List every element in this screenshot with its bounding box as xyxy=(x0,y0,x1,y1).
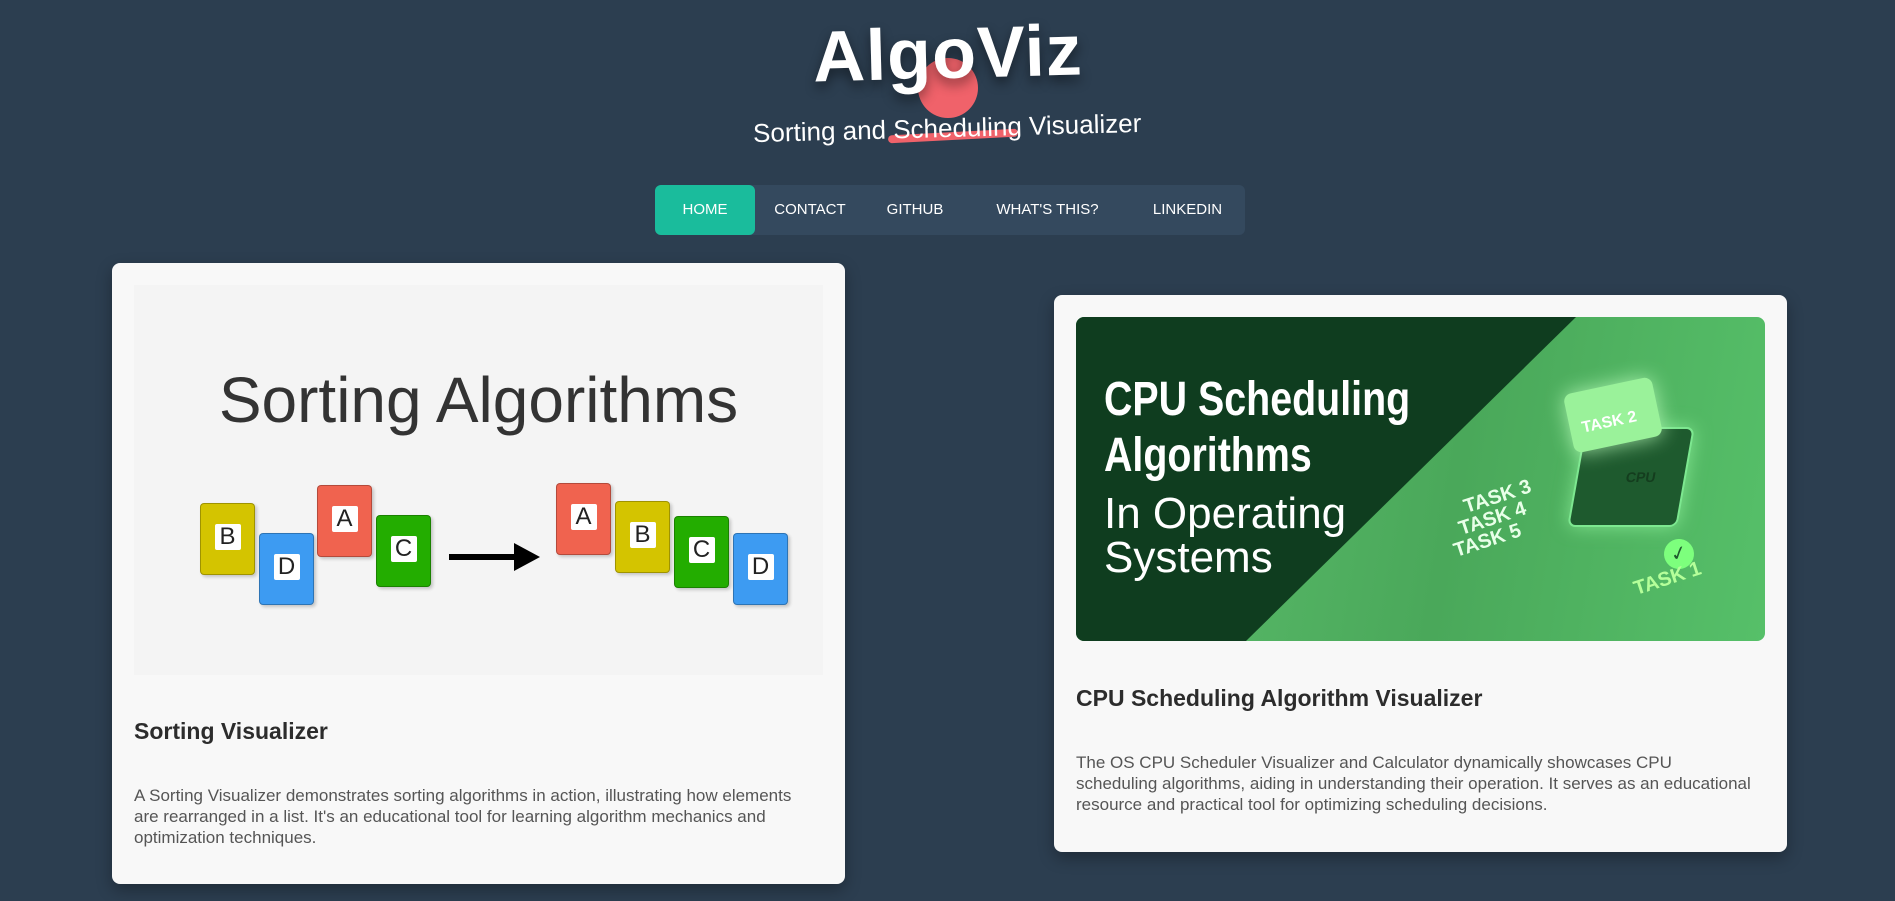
sort-block-letter: A xyxy=(331,506,358,532)
card-description: The OS CPU Scheduler Visualizer and Calc… xyxy=(1076,753,1751,814)
cpu-chip-label: CPU xyxy=(1624,469,1657,485)
nav-whats-this[interactable]: WHAT'S THIS? xyxy=(965,185,1130,235)
arrow-icon xyxy=(449,554,519,560)
sort-block-letter: A xyxy=(570,504,597,530)
sort-block-before: A xyxy=(317,485,372,557)
sort-block-after: A xyxy=(556,483,611,555)
sort-block-after: C xyxy=(674,516,729,588)
sorting-illustration[interactable]: Sorting Algorithms B D A C A B C D xyxy=(134,285,823,675)
sort-block-letter: B xyxy=(629,522,656,548)
sort-block-before: C xyxy=(376,515,431,587)
subtitle-wrap: Sorting and Scheduling Visualizer xyxy=(0,108,1895,152)
cpu-scheduling-illustration[interactable]: CPU Scheduling Algorithms In Operating S… xyxy=(1076,317,1765,641)
card-title[interactable]: Sorting Visualizer xyxy=(134,718,328,745)
site-subtitle: Sorting and Scheduling Visualizer xyxy=(753,107,1142,149)
card-description: A Sorting Visualizer demonstrates sortin… xyxy=(134,786,792,847)
sorting-illustration-heading: Sorting Algorithms xyxy=(218,364,739,436)
sort-block-letter: D xyxy=(747,554,774,580)
site-title: AlgoViz xyxy=(811,10,1084,98)
sorting-card[interactable]: Sorting Algorithms B D A C A B C D Sorti… xyxy=(112,263,845,884)
cpu-illustration-heading: CPU Scheduling Algorithms xyxy=(1104,373,1411,482)
sort-block-letter: D xyxy=(273,554,300,580)
brand-header: AlgoViz xyxy=(0,10,1895,118)
nav-github[interactable]: GITHUB xyxy=(865,185,965,235)
task-label: TASK 2 xyxy=(1580,408,1639,437)
arrow-head-icon xyxy=(514,543,540,571)
sort-block-letter: C xyxy=(390,536,417,562)
main-nav: HOME CONTACT GITHUB WHAT'S THIS? LINKEDI… xyxy=(655,185,1245,235)
nav-home[interactable]: HOME xyxy=(655,185,755,235)
sort-block-before: B xyxy=(200,503,255,575)
sort-block-after: B xyxy=(615,501,670,573)
sort-block-letter: B xyxy=(214,524,241,550)
sort-block-before: D xyxy=(259,533,314,605)
cpu-scheduling-card[interactable]: CPU Scheduling Algorithms In Operating S… xyxy=(1054,295,1787,852)
nav-linkedin[interactable]: LINKEDIN xyxy=(1130,185,1245,235)
cpu-illustration-subheading: In Operating Systems xyxy=(1104,489,1347,582)
card-title[interactable]: CPU Scheduling Algorithm Visualizer xyxy=(1076,685,1482,712)
sort-block-after: D xyxy=(733,533,788,605)
nav-contact[interactable]: CONTACT xyxy=(755,185,865,235)
sort-block-letter: C xyxy=(688,537,715,563)
